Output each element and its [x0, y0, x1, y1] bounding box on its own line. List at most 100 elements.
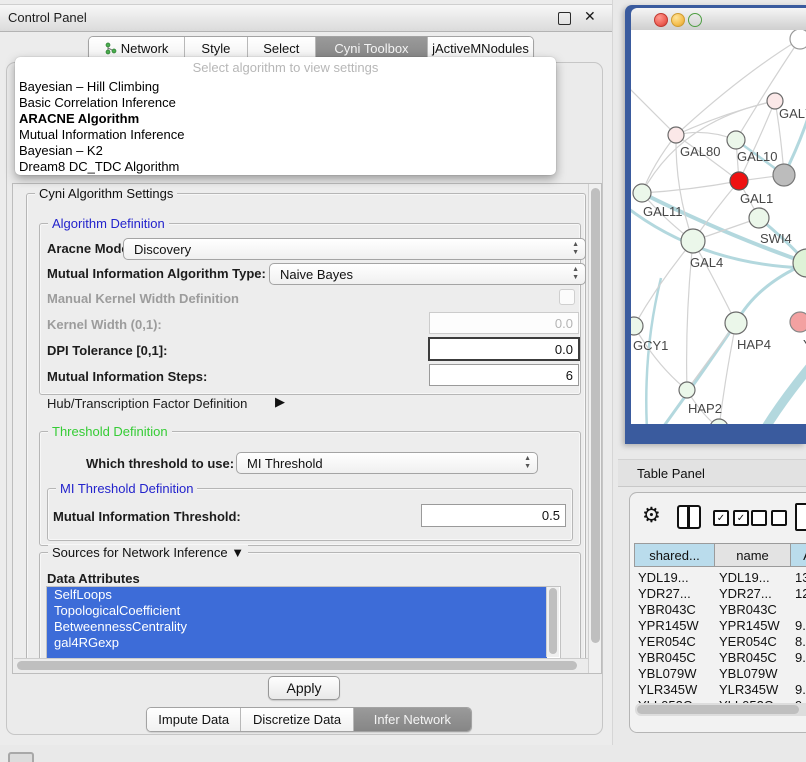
float-window-icon[interactable]	[558, 12, 571, 25]
table-cell[interactable]: YBR045C	[719, 650, 791, 666]
mi-steps-input[interactable]: 6	[429, 364, 579, 386]
network-node[interactable]	[773, 164, 795, 186]
table-cell[interactable]: YER054C	[638, 634, 715, 650]
apply-button[interactable]: Apply	[268, 676, 340, 700]
network-node-hap2[interactable]	[679, 382, 695, 398]
table-cell[interactable]: YBR045C	[638, 650, 715, 666]
aracne-mode-select[interactable]: Discovery ▲▼	[123, 238, 586, 260]
mi-threshold-input[interactable]: 0.5	[421, 504, 566, 527]
list-item[interactable]: TopologicalCoefficient	[47, 603, 547, 619]
network-node[interactable]	[793, 249, 806, 277]
table-cell[interactable]: YPR145W	[719, 618, 791, 634]
network-node-gal1[interactable]	[730, 172, 748, 190]
minimize-traffic-light-icon[interactable]	[671, 13, 685, 27]
network-node-y[interactable]	[790, 312, 806, 332]
table-hscrollbar[interactable]	[635, 703, 806, 716]
network-edge[interactable]	[736, 39, 800, 140]
network-canvas[interactable]: GAL7GAL80GAL10GAL1GAL11GAL4SWI4GCY1HAP4Y…	[631, 30, 806, 424]
collapse-down-icon: ▼	[231, 545, 244, 560]
network-edge[interactable]	[676, 101, 775, 135]
table-cell[interactable]: YBR043C	[638, 602, 715, 618]
split-columns-icon[interactable]	[677, 505, 701, 529]
column-header[interactable]: A	[791, 543, 806, 567]
network-node-gal10[interactable]	[727, 131, 745, 149]
table-cell[interactable]	[795, 602, 806, 618]
network-window: GAL7GAL80GAL10GAL1GAL11GAL4SWI4GCY1HAP4Y…	[625, 5, 806, 444]
network-node[interactable]	[710, 419, 728, 424]
network-edge[interactable]	[687, 323, 736, 390]
network-node-gal80[interactable]	[668, 127, 684, 143]
network-edge[interactable]	[634, 326, 687, 390]
partial-button[interactable]	[8, 752, 34, 762]
network-node-swi4[interactable]	[749, 208, 769, 228]
settings-vscrollbar[interactable]	[588, 184, 602, 673]
table-cell[interactable]	[795, 666, 806, 682]
dropdown-item[interactable]: Dream8 DC_TDC Algorithm	[19, 159, 549, 175]
table-cell[interactable]: 12	[795, 586, 806, 602]
settings-hscrollbar[interactable]	[14, 658, 599, 673]
network-edge[interactable]	[642, 181, 739, 193]
table-cell[interactable]: 9.	[795, 650, 806, 666]
network-node-gal4[interactable]	[681, 229, 705, 253]
dropdown-item[interactable]: Basic Correlation Inference	[19, 95, 549, 111]
table-cell[interactable]: 13	[795, 570, 806, 586]
data-attributes-list[interactable]: SelfLoopsTopologicalCoefficientBetweenne…	[46, 586, 561, 660]
table-cell[interactable]: 8.	[795, 634, 806, 650]
table-cell[interactable]: YBL079W	[719, 666, 791, 682]
table-cell[interactable]: YER054C	[719, 634, 791, 650]
table-cell[interactable]: YBR043C	[719, 602, 791, 618]
list-item[interactable]: gal4RGexp	[47, 635, 547, 651]
unchecked-boxes-icon[interactable]	[751, 510, 787, 526]
list-item[interactable]: SelfLoops	[47, 587, 547, 603]
which-threshold-select[interactable]: MI Threshold ▲▼	[236, 452, 538, 474]
tab-discretize-data[interactable]: Discretize Data	[241, 708, 353, 731]
algorithm-dropdown-popup: Select algorithm to view settings Bayesi…	[15, 57, 556, 175]
checked-boxes-icon[interactable]: ✓✓	[713, 510, 749, 526]
network-node-hap4[interactable]	[725, 312, 747, 334]
network-node-gcy1[interactable]	[631, 317, 643, 335]
close-icon[interactable]: ✕	[584, 8, 596, 25]
dropdown-item[interactable]: Mutual Information Inference	[19, 127, 549, 143]
expand-right-icon[interactable]: ▶	[275, 394, 285, 410]
gear-icon[interactable]: ⚙	[642, 505, 661, 526]
table-cell[interactable]: YLR345W	[719, 682, 791, 698]
table-cell[interactable]: YDR27...	[638, 586, 715, 602]
kernel-width-input[interactable]: 0.0	[429, 312, 579, 334]
tab-infer-network[interactable]: Infer Network	[354, 708, 471, 731]
stepper-arrows-icon: ▲▼	[524, 455, 531, 471]
table-cell[interactable]: YDL19...	[719, 570, 791, 586]
column-header[interactable]: shared...	[634, 543, 715, 567]
network-window-titlebar[interactable]	[631, 8, 806, 31]
sources-title[interactable]: Sources for Network Inference ▼	[48, 545, 248, 560]
tab-label: jActiveMNodules	[432, 41, 529, 56]
tab-impute-data[interactable]: Impute Data	[147, 708, 241, 731]
table-cell[interactable]: YDR27...	[719, 586, 791, 602]
table-cell[interactable]: YBL079W	[638, 666, 715, 682]
network-node[interactable]	[790, 30, 806, 49]
list-item[interactable]: BetweennessCentrality	[47, 619, 547, 635]
list-vscrollbar[interactable]	[546, 587, 559, 657]
network-edge[interactable]	[631, 85, 676, 135]
dropdown-item[interactable]: Bayesian – K2	[19, 143, 549, 159]
hub-definition-label[interactable]: Hub/Transcription Factor Definition	[47, 396, 247, 411]
node-table[interactable]: shared...nameAYDL19...YDL19...13YDR27...…	[634, 543, 806, 703]
zoom-traffic-light-icon[interactable]	[688, 13, 702, 27]
table-cell[interactable]: 9.	[795, 618, 806, 634]
settings-scroll-area: Cyni Algorithm Settings Algorithm Defini…	[12, 183, 602, 674]
page-icon[interactable]	[795, 503, 806, 531]
mi-steps-label: Mutual Information Steps:	[47, 369, 207, 384]
network-edge[interactable]	[634, 241, 693, 326]
mi-type-select[interactable]: Naive Bayes ▲▼	[269, 263, 586, 285]
column-header[interactable]: name	[715, 543, 791, 567]
table-cell[interactable]: YPR145W	[638, 618, 715, 634]
manual-kernel-checkbox[interactable]	[559, 289, 575, 305]
dpi-tolerance-input[interactable]: 0.0	[428, 337, 580, 361]
dropdown-item[interactable]: ARACNE Algorithm	[19, 111, 549, 127]
table-cell[interactable]: YDL19...	[638, 570, 715, 586]
network-node-gal11[interactable]	[633, 184, 651, 202]
table-cell[interactable]: YLR345W	[638, 682, 715, 698]
table-cell[interactable]: 9.	[795, 682, 806, 698]
network-edge-thick[interactable]	[763, 363, 806, 424]
dropdown-item[interactable]: Bayesian – Hill Climbing	[19, 79, 549, 95]
close-traffic-light-icon[interactable]	[654, 13, 668, 27]
